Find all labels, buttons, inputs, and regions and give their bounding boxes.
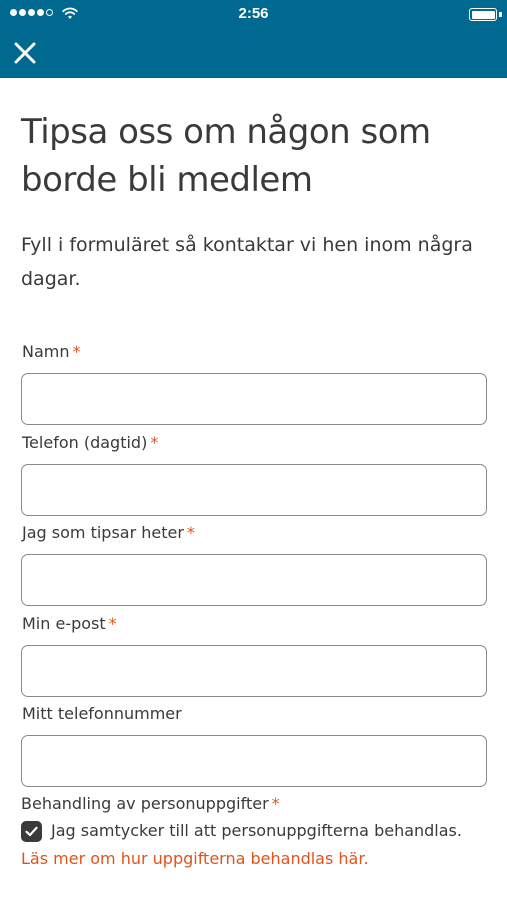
consent-row: Jag samtycker till att personuppgifterna… [21,818,501,844]
my-phone-label: Mitt telefonnummer [22,704,182,723]
nav-bar [0,28,507,78]
email-label: Min e-post * [22,613,117,633]
name-field: Namn * [21,340,487,431]
page-header: Tipsa oss om någon som borde bli medlem … [21,108,487,296]
page-intro: Fyll i formuläret så kontaktar vi hen in… [21,234,473,290]
tip-form: Namn * Telefon (dagtid) * Jag som tipsar h… [21,340,487,793]
required-marker: * [186,523,195,542]
consent-section: Behandling av personuppgifter * Jag samty… [21,792,501,871]
close-icon[interactable] [11,39,39,67]
tipster-name-label: Jag som tipsar heter * [22,523,195,542]
daytime-phone-field: Telefon (dagtid) * [21,431,487,522]
battery-icon [469,8,497,21]
tipster-name-input[interactable] [21,554,487,606]
my-phone-input[interactable] [21,735,487,787]
required-marker: * [72,342,81,361]
consent-heading: Behandling av personuppgifter * [21,794,280,813]
required-marker: * [108,613,117,633]
daytime-phone-input[interactable] [21,463,487,516]
tipster-name-field: Jag som tipsar heter * [21,521,487,612]
status-time: 2:56 [238,5,269,22]
my-phone-field: Mitt telefonnummer [21,702,487,793]
daytime-phone-label: Telefon (dagtid) * [22,432,159,452]
email-field: Min e-post * [21,612,487,703]
email-input[interactable] [21,644,487,697]
required-marker: * [150,432,159,452]
status-bar: 2:56 [0,0,507,28]
page-title: Tipsa oss om någon som borde bli medlem [21,112,431,200]
checkmark-icon [25,826,38,836]
consent-checkbox[interactable] [21,820,42,842]
privacy-info-link[interactable]: Läs mer om hur uppgifterna behandlas här… [21,847,501,871]
name-input[interactable] [21,373,487,425]
required-marker: * [271,794,280,813]
name-label: Namn * [22,342,81,361]
consent-checkbox-label[interactable]: Jag samtycker till att personuppgifterna… [51,819,462,843]
